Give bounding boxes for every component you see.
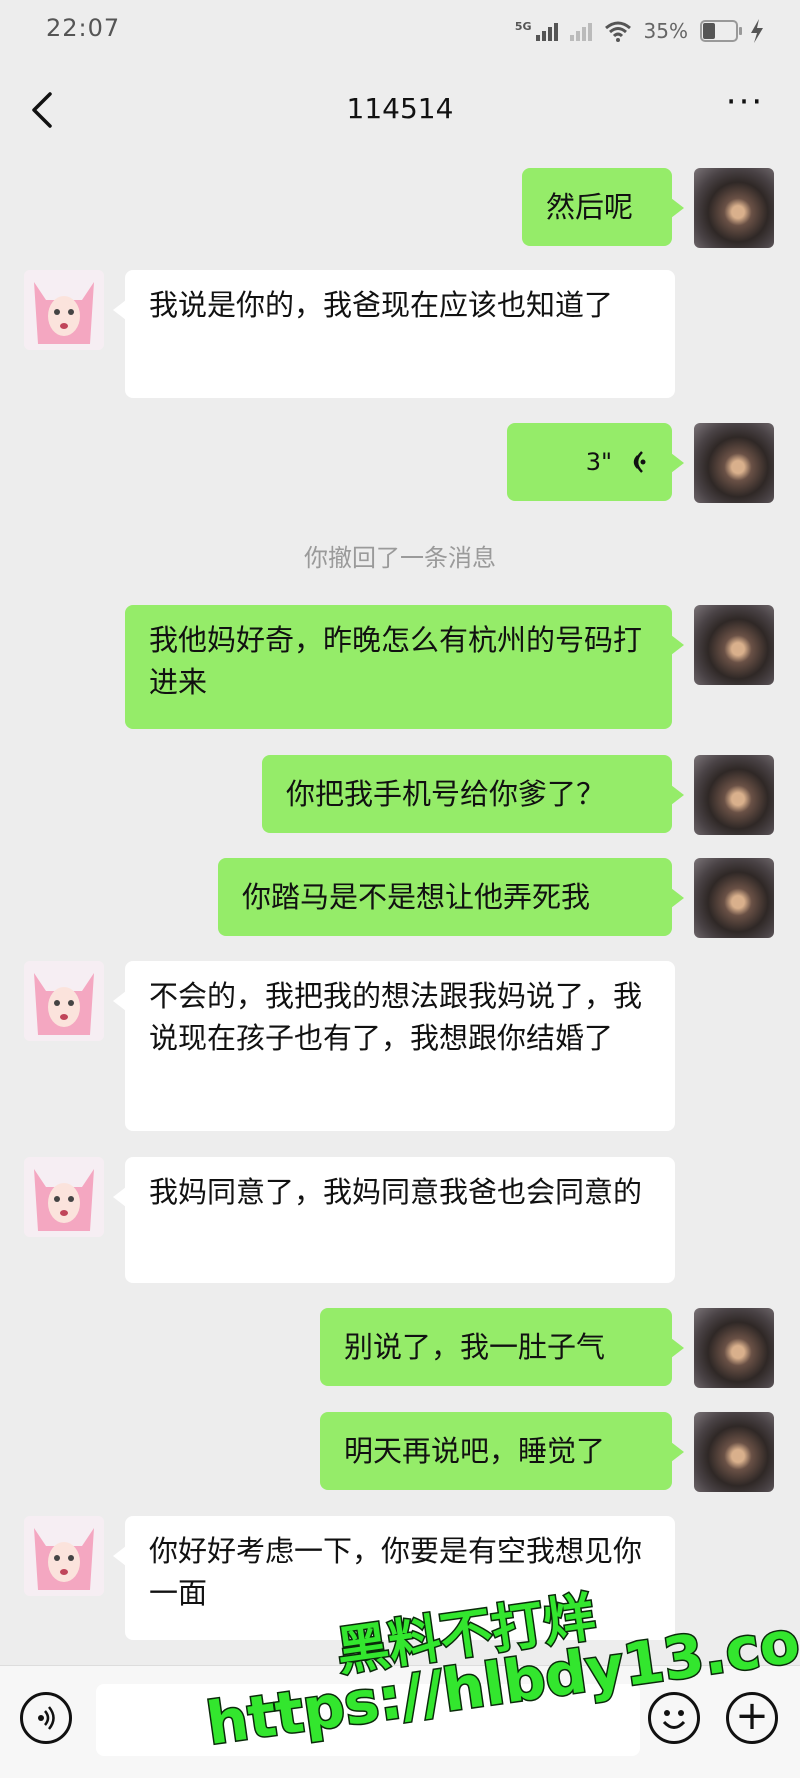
recall-notice: 你撤回了一条消息 (304, 544, 496, 572)
my-avatar[interactable] (694, 605, 774, 685)
signal-2-icon (569, 21, 592, 41)
contact-message-bubble[interactable]: 不会的，我把我的想法跟我妈说了，我说现在孩子也有了，我想跟你结婚了 (113, 961, 675, 1131)
my-message-bubble[interactable]: 然后呢 (522, 168, 684, 246)
emoji-icon[interactable] (648, 1692, 700, 1744)
wifi-icon (604, 21, 631, 42)
plus-icon[interactable]: + (726, 1692, 778, 1744)
network-type: 5G (514, 19, 532, 33)
contact-avatar[interactable] (24, 1516, 104, 1596)
my-avatar[interactable] (694, 1412, 774, 1492)
status-bar: 22:07 5G 35% (0, 0, 800, 60)
chat-title: 114514 (346, 92, 454, 125)
my-avatar[interactable] (694, 423, 774, 503)
nav-bar: 114514 ··· (0, 62, 800, 158)
voice-input-icon[interactable] (20, 1692, 72, 1744)
contact-avatar-image (24, 270, 104, 350)
contact-avatar[interactable] (24, 961, 104, 1041)
status-time: 22:07 (46, 14, 121, 42)
my-avatar[interactable] (694, 1308, 774, 1388)
contact-avatar[interactable] (24, 1157, 104, 1237)
signal-icon (535, 21, 558, 41)
my-message-bubble[interactable]: 明天再说吧，睡觉了 (320, 1412, 684, 1490)
my-message-bubble[interactable]: 你把我手机号给你爹了？ (262, 755, 684, 833)
status-indicators: 5G 35% (515, 14, 764, 48)
my-avatar[interactable] (694, 858, 774, 938)
my-message-bubble[interactable]: 我他妈好奇，昨晚怎么有杭州的号码打进来 (125, 605, 684, 729)
contact-avatar-image (24, 1157, 104, 1237)
contact-avatar-image (24, 961, 104, 1041)
voice-message-bubble[interactable]: 3" (507, 423, 684, 501)
contact-avatar[interactable] (24, 270, 104, 350)
my-avatar[interactable] (694, 755, 774, 835)
battery-icon (700, 20, 742, 42)
my-avatar[interactable] (694, 168, 774, 248)
my-message-bubble[interactable]: 你踏马是不是想让他弄死我 (218, 858, 684, 936)
charging-icon (751, 19, 763, 43)
contact-message-bubble[interactable]: 我妈同意了，我妈同意我爸也会同意的 (113, 1157, 675, 1283)
my-message-bubble[interactable]: 别说了，我一肚子气 (320, 1308, 684, 1386)
contact-avatar-image (24, 1516, 104, 1596)
battery-percent: 35% (643, 19, 688, 43)
voice-wave-icon (633, 451, 646, 473)
contact-message-bubble[interactable]: 我说是你的，我爸现在应该也知道了 (113, 270, 675, 398)
more-options-button[interactable]: ··· (720, 85, 770, 128)
